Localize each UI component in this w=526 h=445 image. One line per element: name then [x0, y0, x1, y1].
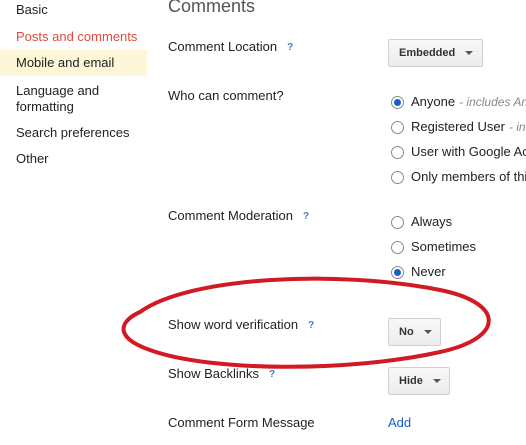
- sidebar-item-search-preferences[interactable]: Search preferences: [0, 125, 147, 141]
- comment-location-dropdown[interactable]: Embedded: [388, 39, 483, 67]
- sidebar-item-basic[interactable]: Basic: [0, 2, 147, 18]
- option-label: Only members of thi: [411, 169, 526, 184]
- comment-moderation-label: Comment Moderation?: [168, 208, 309, 226]
- option-note: - includes An: [459, 95, 526, 109]
- radio-button[interactable]: [391, 215, 404, 229]
- option-label: User with Google Ac: [411, 144, 526, 159]
- comment-location-text: Comment Location: [168, 39, 278, 54]
- who-can-comment-option-registered-user[interactable]: Registered User - in: [391, 119, 526, 135]
- moderation-option-never[interactable]: Never: [391, 264, 446, 280]
- help-icon[interactable]: ?: [308, 318, 314, 334]
- sidebar-item-other[interactable]: Other: [0, 151, 147, 167]
- who-can-comment-option-anyone[interactable]: Anyone - includes An: [391, 94, 526, 110]
- radio-button[interactable]: [391, 240, 404, 254]
- backlinks-label: Show Backlinks?: [168, 366, 275, 384]
- comment-form-message-add-link[interactable]: Add: [388, 415, 411, 431]
- comment-location-label: Comment Location?: [168, 39, 293, 57]
- sidebar-item-language-and-formatting[interactable]: Language and formatting: [0, 83, 126, 115]
- help-icon[interactable]: ?: [269, 367, 275, 383]
- chevron-down-icon: [423, 330, 432, 334]
- moderation-option-sometimes[interactable]: Sometimes: [391, 239, 476, 255]
- who-can-comment-option-members-only[interactable]: Only members of thi: [391, 169, 526, 185]
- option-note: - in: [508, 120, 526, 134]
- word-verification-dropdown[interactable]: No: [388, 318, 441, 346]
- who-can-comment-option-google-account[interactable]: User with Google Ac: [391, 144, 526, 160]
- chevron-down-icon: [432, 379, 441, 383]
- radio-button[interactable]: [391, 170, 404, 184]
- comment-form-message-label: Comment Form Message: [168, 415, 315, 430]
- sidebar-item-mobile-and-email[interactable]: Mobile and email: [0, 50, 147, 76]
- help-icon[interactable]: ?: [303, 209, 309, 225]
- option-label: Registered User: [411, 119, 505, 134]
- chevron-down-icon: [465, 51, 474, 55]
- option-label: Never: [411, 264, 446, 279]
- settings-page: Basic Posts and comments Mobile and emai…: [0, 0, 526, 445]
- backlinks-dropdown[interactable]: Hide: [388, 367, 450, 395]
- comment-location-value: Embedded: [399, 47, 456, 59]
- word-verification-value: No: [399, 326, 414, 338]
- radio-button[interactable]: [391, 145, 404, 159]
- radio-button[interactable]: [391, 95, 404, 109]
- moderation-option-always[interactable]: Always: [391, 214, 452, 230]
- radio-button[interactable]: [391, 120, 404, 134]
- option-label: Anyone: [411, 94, 456, 109]
- radio-button[interactable]: [391, 265, 404, 279]
- help-icon[interactable]: ?: [287, 40, 293, 56]
- comment-moderation-text: Comment Moderation: [168, 208, 293, 223]
- word-verification-label: Show word verification?: [168, 317, 314, 335]
- sidebar-item-posts-and-comments[interactable]: Posts and comments: [0, 29, 147, 45]
- option-label: Always: [411, 214, 453, 229]
- backlinks-text: Show Backlinks: [168, 366, 260, 381]
- backlinks-value: Hide: [399, 375, 423, 387]
- page-title: Comments: [168, 0, 256, 16]
- option-label: Sometimes: [411, 239, 477, 254]
- who-can-comment-label: Who can comment?: [168, 88, 284, 103]
- word-verification-text: Show word verification: [168, 317, 299, 332]
